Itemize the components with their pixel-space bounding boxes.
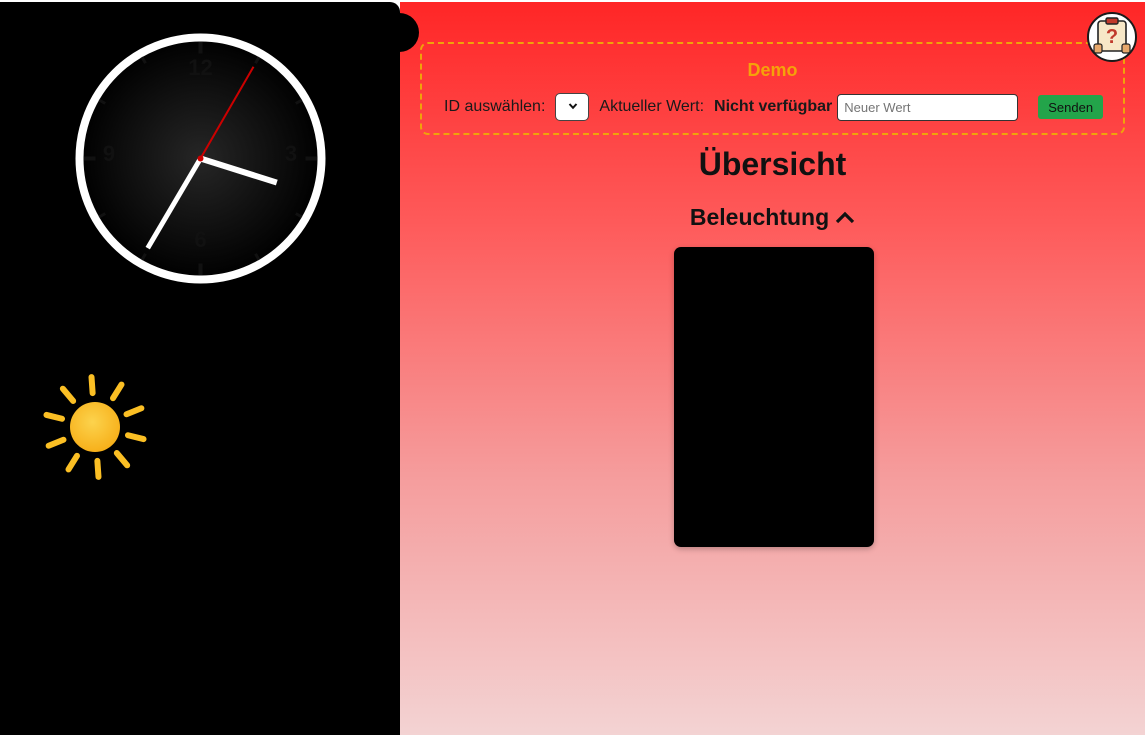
demo-title: Demo: [747, 60, 798, 80]
chevron-down-icon: [569, 103, 578, 110]
clock-numeral-9: 9: [103, 141, 115, 166]
sun-ray: [113, 450, 131, 469]
demo-panel: Demo ID auswählen: Aktueller Wert: Nicht…: [420, 42, 1125, 135]
sun-ray: [65, 452, 80, 473]
svg-text:?: ?: [1106, 26, 1118, 48]
current-value-label: Aktueller Wert:: [599, 98, 705, 115]
help-icon: ?: [1093, 17, 1131, 54]
page-title: Übersicht: [698, 146, 847, 182]
help-button[interactable]: ?: [1087, 12, 1137, 62]
sun-ray: [88, 374, 96, 397]
sidebar: 12 3 6 9: [0, 2, 400, 735]
lighting-card[interactable]: [674, 247, 874, 547]
clock-numeral-6: 6: [194, 227, 206, 252]
main-area: ? Demo ID auswählen: Aktueller Wert: Nic…: [400, 2, 1145, 735]
sun-ray: [110, 381, 125, 402]
clock-center-pin: [197, 155, 204, 162]
id-select-label: ID auswählen:: [444, 98, 546, 115]
clock-numeral-3: 3: [285, 141, 297, 166]
sun-ray: [94, 457, 102, 480]
sun-ray: [124, 432, 147, 443]
id-select[interactable]: [555, 93, 590, 121]
sidebar-toggle-button[interactable]: [380, 13, 419, 52]
analog-clock: 12 3 6 9: [75, 33, 326, 284]
sun-ray: [43, 411, 66, 422]
chevron-up-icon: [836, 211, 855, 224]
sun-ray: [59, 385, 77, 404]
sun-ray: [45, 436, 67, 449]
current-value: Nicht verfügbar: [714, 98, 833, 115]
send-button[interactable]: Senden: [1038, 95, 1104, 119]
demo-controls: ID auswählen: Aktueller Wert: Nicht verf…: [444, 92, 1104, 122]
section-title: Beleuchtung: [689, 204, 830, 230]
clock-numeral-12: 12: [188, 55, 212, 80]
sun-ray: [123, 405, 145, 418]
section-header-lighting[interactable]: Beleuchtung: [400, 204, 1145, 231]
sun-icon: [43, 374, 147, 480]
new-value-input[interactable]: [837, 93, 1019, 121]
